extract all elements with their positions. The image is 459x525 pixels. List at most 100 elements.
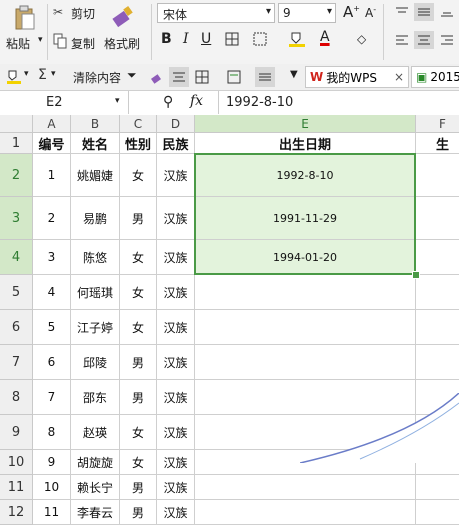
table-cell[interactable]: 女: [120, 275, 157, 310]
border-icon[interactable]: [224, 31, 240, 47]
paste-icon[interactable]: [12, 4, 38, 32]
table-cell[interactable]: 8: [33, 415, 71, 450]
table-cell[interactable]: 女: [120, 154, 157, 197]
table-cell[interactable]: 汉族: [157, 310, 195, 345]
filter-icon[interactable]: ⏷: [127, 68, 137, 83]
header-cell[interactable]: 姓名: [71, 133, 120, 154]
table-cell[interactable]: [416, 500, 459, 525]
fill-color-icon[interactable]: [5, 68, 23, 86]
table-cell[interactable]: 4: [33, 275, 71, 310]
table-cell[interactable]: 汉族: [157, 475, 195, 500]
format-painter-icon[interactable]: [110, 3, 136, 31]
fill-handle[interactable]: [412, 271, 420, 279]
table-cell[interactable]: 姚媚婕: [71, 154, 120, 197]
table-cell[interactable]: 李春云: [71, 500, 120, 525]
table-cell[interactable]: 易鹏: [71, 197, 120, 240]
row-header-1[interactable]: 1: [0, 133, 33, 154]
select-all-corner[interactable]: [0, 115, 33, 133]
paste-dropdown-icon[interactable]: ▾: [38, 35, 43, 45]
align-center-icon[interactable]: [414, 31, 434, 49]
table-cell[interactable]: 男: [120, 475, 157, 500]
header-cell[interactable]: 编号: [33, 133, 71, 154]
tab-workbook[interactable]: ▣ 2015: [411, 66, 459, 88]
italic-button[interactable]: I: [183, 31, 189, 47]
row-header-12[interactable]: 12: [0, 500, 33, 525]
date-cell[interactable]: [195, 275, 416, 310]
column-header-d[interactable]: D: [157, 115, 195, 133]
date-cell[interactable]: [195, 310, 416, 345]
cut-button[interactable]: 剪切: [71, 5, 95, 22]
increase-font-icon[interactable]: A+: [343, 3, 360, 21]
row-header-2[interactable]: 2: [0, 154, 33, 197]
table-cell[interactable]: 男: [120, 197, 157, 240]
date-cell[interactable]: [195, 500, 416, 525]
date-cell[interactable]: [195, 345, 416, 380]
header-cell[interactable]: 生: [416, 133, 459, 154]
table-cell[interactable]: 11: [33, 500, 71, 525]
table-cell[interactable]: 男: [120, 500, 157, 525]
paste-button[interactable]: 粘贴: [6, 35, 30, 52]
table-cell[interactable]: 女: [120, 415, 157, 450]
table-cell[interactable]: 2: [33, 197, 71, 240]
align-middle-icon[interactable]: [414, 3, 434, 21]
scissors-icon[interactable]: ✂: [53, 5, 63, 19]
table-cell[interactable]: 女: [120, 310, 157, 345]
date-cell[interactable]: 1991-11-29: [195, 197, 416, 240]
font-color-icon[interactable]: A: [320, 29, 330, 45]
copy-icon[interactable]: [53, 33, 67, 49]
column-header-c[interactable]: C: [120, 115, 157, 133]
formula-input[interactable]: 1992-8-10: [226, 95, 293, 110]
table-cell[interactable]: 何瑶琪: [71, 275, 120, 310]
table-cell[interactable]: 邵东: [71, 380, 120, 415]
wrap-text-icon[interactable]: [226, 68, 242, 86]
date-cell[interactable]: [195, 475, 416, 500]
column-header-a[interactable]: A: [33, 115, 71, 133]
row-header-8[interactable]: 8: [0, 380, 33, 415]
chevron-down-icon[interactable]: ▼: [290, 69, 298, 80]
table-cell[interactable]: 赵瑛: [71, 415, 120, 450]
table-cell[interactable]: [416, 310, 459, 345]
chevron-down-icon[interactable]: ▾: [24, 69, 29, 79]
tab-my-wps[interactable]: W 我的WPS ×: [305, 66, 409, 88]
border-icon[interactable]: [194, 68, 210, 86]
table-cell[interactable]: [416, 275, 459, 310]
clear-content-button[interactable]: 清除内容: [73, 69, 121, 86]
table-cell[interactable]: [416, 197, 459, 240]
format-painter-icon[interactable]: [149, 68, 165, 86]
zoom-icon[interactable]: ⚲: [163, 94, 173, 110]
table-cell[interactable]: 汉族: [157, 275, 195, 310]
table-cell[interactable]: 汉族: [157, 345, 195, 380]
column-header-b[interactable]: B: [71, 115, 120, 133]
table-cell[interactable]: [416, 475, 459, 500]
table-cell[interactable]: 汉族: [157, 500, 195, 525]
decrease-font-icon[interactable]: A-: [365, 5, 376, 20]
header-cell[interactable]: 性别: [120, 133, 157, 154]
align-bottom-icon[interactable]: [438, 3, 456, 21]
align-middle-icon[interactable]: [255, 67, 275, 87]
clear-format-icon[interactable]: ◇: [357, 32, 366, 46]
table-cell[interactable]: 3: [33, 240, 71, 275]
align-center-icon[interactable]: [169, 67, 189, 87]
table-cell[interactable]: 汉族: [157, 415, 195, 450]
format-painter-button[interactable]: 格式刷: [104, 35, 140, 52]
column-header-f[interactable]: F: [416, 115, 459, 133]
align-top-icon[interactable]: [393, 3, 411, 21]
column-header-e[interactable]: E: [195, 115, 416, 133]
font-name-select[interactable]: 宋体 ▾: [157, 3, 275, 23]
underline-button[interactable]: U: [201, 31, 211, 47]
copy-button[interactable]: 复制: [71, 35, 95, 52]
table-cell[interactable]: 汉族: [157, 240, 195, 275]
table-cell[interactable]: 男: [120, 380, 157, 415]
bold-button[interactable]: B: [161, 31, 172, 47]
table-cell[interactable]: [416, 154, 459, 197]
date-cell[interactable]: 1994-01-20: [195, 240, 416, 275]
sum-icon[interactable]: Σ: [38, 67, 47, 83]
table-cell[interactable]: 汉族: [157, 197, 195, 240]
table-cell[interactable]: 7: [33, 380, 71, 415]
font-size-select[interactable]: 9 ▾: [278, 3, 336, 23]
table-cell[interactable]: [416, 240, 459, 275]
row-header-4[interactable]: 4: [0, 240, 33, 275]
align-right-icon[interactable]: [438, 31, 456, 49]
table-cell[interactable]: 赖长宁: [71, 475, 120, 500]
table-cell[interactable]: 江子婷: [71, 310, 120, 345]
